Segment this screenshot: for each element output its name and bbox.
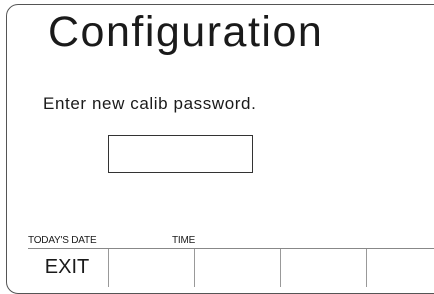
calib-password-input[interactable] [108,135,253,173]
softkey-exit[interactable]: EXIT [26,249,109,287]
password-prompt: Enter new calib password. [43,94,257,113]
softkey-3[interactable] [195,249,281,287]
softkey-4[interactable] [281,249,367,287]
softkey-2[interactable] [109,249,195,287]
softkey-bar: EXIT [26,249,434,287]
softkey-exit-label: EXIT [44,256,90,278]
time-label: TIME [172,235,196,246]
todays-date-label: TODAY'S DATE [28,235,97,246]
softkey-5[interactable] [367,249,434,287]
page-title: Configuration [48,8,324,56]
